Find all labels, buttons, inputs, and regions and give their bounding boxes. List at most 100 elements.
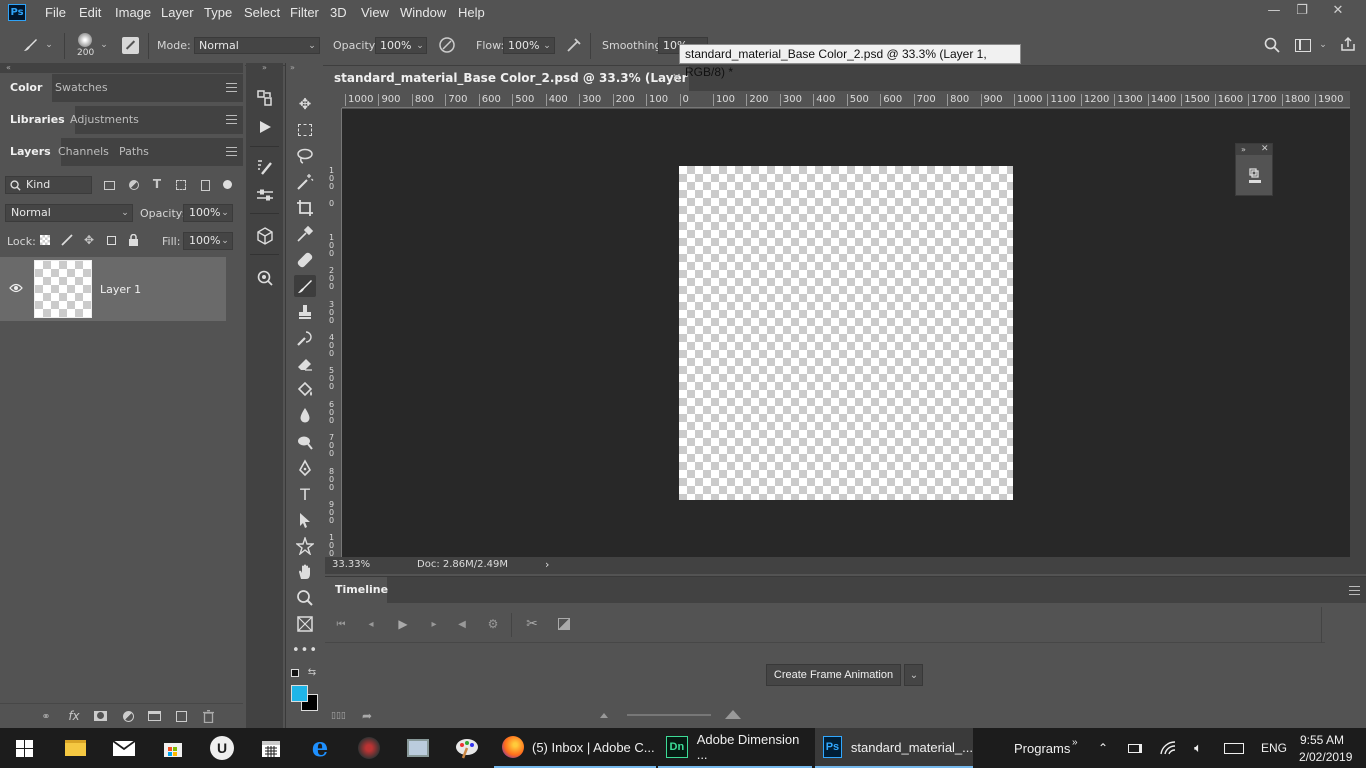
workspace-icon[interactable] — [1293, 35, 1313, 55]
play-icon[interactable]: ▶ — [395, 616, 411, 632]
layer-row[interactable]: Layer 1 — [0, 257, 226, 321]
audio-icon[interactable]: ◀ — [454, 616, 470, 632]
clock-time[interactable]: 9:55 AM — [1300, 731, 1344, 748]
move-tool-icon[interactable]: ✥ — [294, 93, 316, 115]
delete-layer-icon[interactable] — [200, 709, 216, 723]
mode-select[interactable]: Normal — [194, 37, 320, 54]
file-explorer-icon[interactable] — [51, 728, 99, 768]
previous-frame-icon[interactable]: ◂ — [363, 616, 379, 632]
document-canvas[interactable] — [679, 166, 1013, 500]
brush-presets-icon[interactable] — [254, 156, 276, 178]
blur-tool-icon[interactable] — [294, 405, 316, 427]
pen-tool-icon[interactable] — [294, 457, 316, 479]
menu-image[interactable]: Image — [115, 0, 151, 25]
eraser-tool-icon[interactable] — [294, 353, 316, 375]
menu-filter[interactable]: Filter — [290, 0, 319, 25]
close-window-button[interactable]: ✕ — [1324, 0, 1352, 22]
filter-type-icon[interactable]: T — [150, 177, 164, 191]
store-icon[interactable] — [149, 728, 197, 768]
panel-menu-icon[interactable] — [226, 83, 237, 92]
clock-date[interactable]: 2/02/2019 — [1299, 748, 1352, 765]
menu-file[interactable]: File — [45, 0, 66, 25]
fx-icon[interactable]: fx — [66, 708, 82, 724]
collapse-left-icon[interactable]: « — [0, 63, 243, 73]
tab-paths[interactable]: Paths — [109, 138, 159, 166]
timeline-zoom-slider[interactable] — [627, 714, 711, 716]
lock-artboard-icon[interactable] — [104, 233, 118, 247]
eyedropper-tool-icon[interactable] — [294, 223, 316, 245]
app-icon-red[interactable] — [345, 728, 393, 768]
hand-tool-icon[interactable] — [294, 561, 316, 583]
crop-tool-icon[interactable] — [294, 197, 316, 219]
properties-icon[interactable] — [254, 267, 276, 289]
volume-icon[interactable]: 🔈︎ — [1188, 728, 1208, 768]
visibility-eye-icon[interactable] — [8, 281, 24, 295]
menu-layer[interactable]: Layer — [161, 0, 194, 25]
zoom-level[interactable]: 33.33% — [332, 559, 370, 570]
type-tool-icon[interactable]: T — [294, 483, 316, 505]
menu-type[interactable]: Type — [204, 0, 232, 25]
chevron-down-icon[interactable]: ⌄ — [414, 38, 426, 53]
create-frame-animation-button[interactable]: Create Frame Animation — [766, 664, 901, 686]
settings-gear-icon[interactable]: ⚙ — [485, 616, 501, 632]
convert-arrow-icon[interactable]: ➦ — [362, 709, 372, 723]
new-group-icon[interactable] — [146, 709, 162, 723]
brush-settings-panel-icon[interactable] — [254, 184, 276, 206]
menu-help[interactable]: Help — [458, 0, 485, 25]
chevron-down-icon[interactable]: ⌄ — [541, 38, 553, 53]
chevron-down-icon[interactable]: ⌄ — [220, 206, 230, 220]
show-hidden-icons-icon[interactable]: ⌃ — [1095, 728, 1111, 768]
3d-mode-icon[interactable] — [1243, 164, 1267, 188]
filter-shape-icon[interactable] — [174, 178, 188, 192]
zoom-in-timeline-icon[interactable] — [725, 710, 741, 719]
status-menu-arrow-icon[interactable]: › — [545, 558, 549, 571]
new-layer-icon[interactable] — [173, 709, 189, 723]
lock-pixels-icon[interactable] — [60, 233, 74, 247]
expand-panels-icon[interactable]: » — [246, 63, 283, 73]
edge-browser-icon[interactable]: e — [296, 728, 344, 768]
app-icon-drive[interactable] — [394, 728, 442, 768]
history-icon[interactable] — [254, 87, 276, 109]
layer-thumbnail[interactable] — [34, 260, 92, 318]
timeline-mode-dropdown[interactable]: ⌄ — [904, 664, 923, 686]
pressure-opacity-icon[interactable] — [437, 35, 457, 55]
filter-toggle-icon[interactable] — [221, 177, 233, 191]
zoom-tool-icon[interactable] — [294, 587, 316, 609]
frame-tool-icon[interactable] — [294, 613, 316, 635]
layer-name[interactable]: Layer 1 — [100, 283, 141, 296]
menu-window[interactable]: Window — [400, 0, 446, 25]
3d-panel-icon[interactable] — [254, 225, 276, 247]
marquee-tool-icon[interactable] — [294, 119, 316, 141]
transition-icon[interactable] — [556, 616, 572, 632]
input-language[interactable]: ENG — [1261, 728, 1287, 768]
brush-tool-icon[interactable] — [294, 275, 316, 297]
filter-adjustment-icon[interactable] — [127, 178, 141, 192]
search-icon[interactable] — [1262, 35, 1282, 55]
document-tab[interactable]: standard_material_Base Color_2.psd @ 33.… — [325, 66, 689, 109]
vertical-scrollbar[interactable] — [1350, 91, 1366, 557]
next-frame-icon[interactable]: ▸ — [426, 616, 442, 632]
lock-position-icon[interactable]: ✥ — [82, 233, 96, 247]
swap-colors-icon[interactable]: ⇆ — [306, 666, 318, 678]
mail-icon[interactable] — [100, 728, 148, 768]
paint-bucket-tool-icon[interactable] — [294, 379, 316, 401]
menu-view[interactable]: View — [361, 0, 389, 25]
filter-pixel-icon[interactable] — [102, 178, 116, 192]
keyboard-icon[interactable] — [1223, 728, 1245, 768]
lasso-tool-icon[interactable] — [294, 145, 316, 167]
calendar-icon[interactable] — [247, 728, 295, 768]
lock-all-icon[interactable] — [126, 233, 140, 247]
panel-menu-icon[interactable] — [226, 115, 237, 124]
tab-timeline[interactable]: Timeline — [325, 577, 388, 603]
custom-shape-tool-icon[interactable] — [294, 535, 316, 557]
close-tab-icon[interactable]: ✕ — [672, 66, 681, 90]
minimize-button[interactable]: — — [1260, 0, 1288, 22]
more-tools-icon[interactable]: ••• — [292, 639, 317, 661]
lock-transparent-icon[interactable] — [38, 233, 52, 247]
add-mask-icon[interactable] — [92, 709, 108, 723]
magic-wand-tool-icon[interactable] — [294, 171, 316, 193]
dodge-tool-icon[interactable] — [294, 431, 316, 453]
app-icon-paint[interactable] — [443, 728, 491, 768]
battery-icon[interactable] — [1126, 728, 1144, 768]
wifi-icon[interactable] — [1158, 728, 1178, 768]
